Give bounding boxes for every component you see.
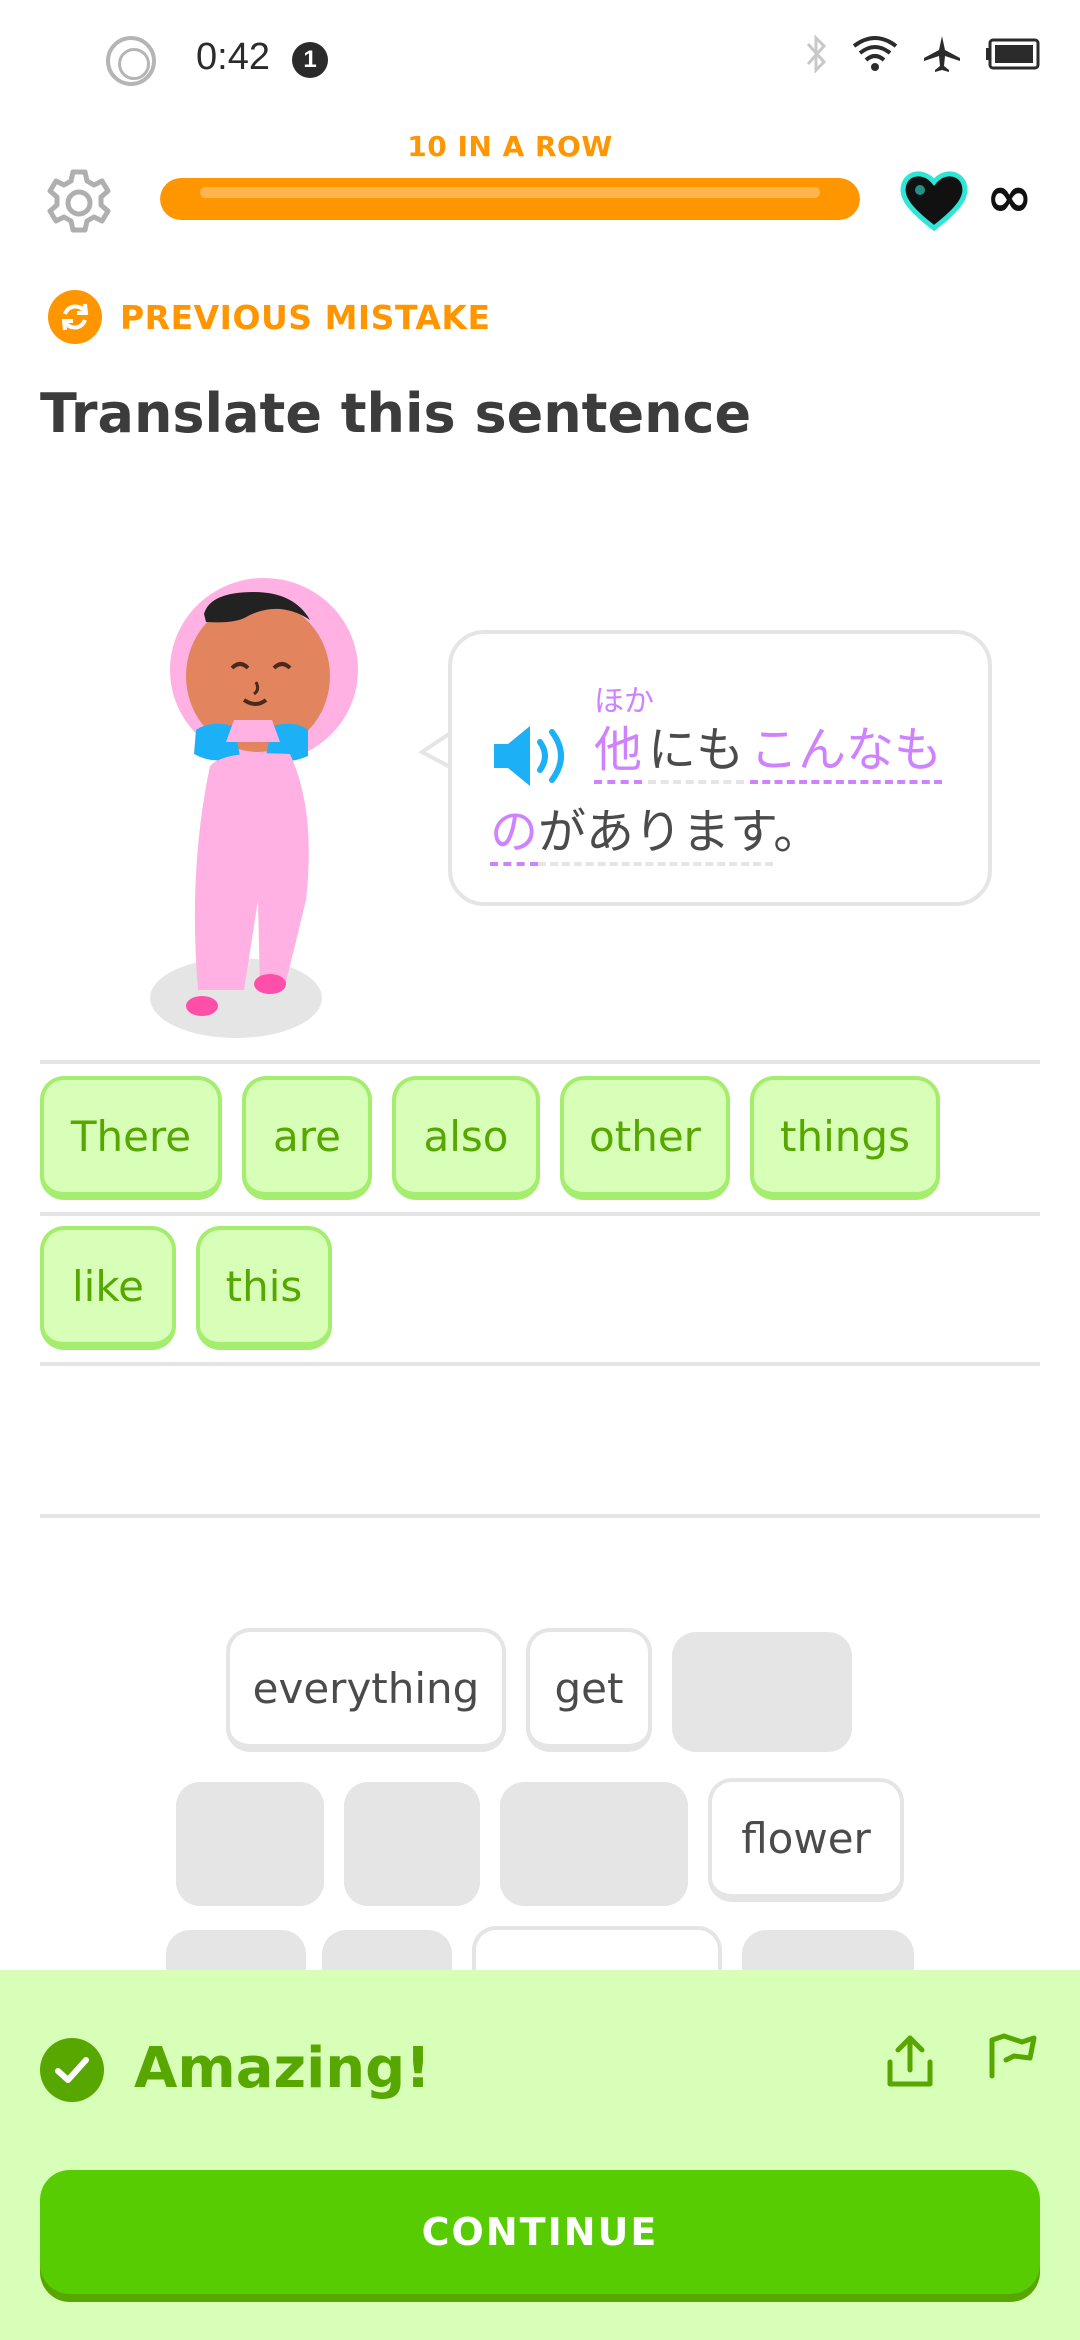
character-illustration — [150, 578, 358, 1038]
lesson-progress-fill — [160, 178, 860, 220]
settings-gear-icon[interactable] — [42, 166, 116, 240]
word-token[interactable]: があります — [538, 804, 774, 866]
speech-bubble: ほか 他にも こんなも のがあります。 — [448, 630, 992, 906]
lesson-progress-bar — [160, 178, 860, 220]
word-bank-empty-slot — [672, 1632, 852, 1752]
word-token[interactable]: にも — [648, 722, 745, 784]
exercise-title: Translate this sentence — [40, 382, 752, 445]
wifi-icon — [852, 36, 898, 71]
word-token[interactable]: 他 — [594, 722, 643, 784]
share-icon[interactable] — [882, 2032, 938, 2092]
sentence-line-1: 他にも こんなも — [594, 720, 943, 784]
previous-mistake-label: PREVIOUS MISTAKE — [120, 297, 491, 337]
streak-label: 10 IN A ROW — [407, 130, 613, 163]
answer-chip[interactable]: also — [392, 1076, 540, 1200]
heart-icon[interactable] — [898, 168, 970, 232]
status-time: 0:42 — [196, 36, 270, 78]
status-bar: 0:42 1 — [0, 0, 1080, 120]
answer-chip[interactable]: this — [196, 1226, 332, 1350]
answer-chip[interactable]: are — [242, 1076, 372, 1200]
word-bank-empty-slot — [176, 1782, 324, 1906]
answer-line — [40, 1060, 1040, 1064]
word-bank-chip[interactable]: flower — [708, 1778, 904, 1902]
word-bank-chip[interactable]: get — [526, 1628, 652, 1752]
answer-chip[interactable]: other — [560, 1076, 730, 1200]
status-circle-icon — [106, 36, 156, 86]
answer-chip[interactable]: There — [40, 1076, 222, 1200]
report-flag-icon[interactable] — [984, 2030, 1040, 2090]
answer-line — [40, 1514, 1040, 1518]
answer-chip[interactable]: like — [40, 1226, 176, 1350]
word-bank-empty-slot — [344, 1782, 480, 1906]
answer-line — [40, 1362, 1040, 1366]
battery-icon — [986, 38, 1040, 70]
furigana-reading: ほか — [594, 684, 654, 719]
word-bank-chip[interactable]: everything — [226, 1628, 506, 1752]
refresh-icon — [48, 290, 102, 344]
punctuation: 。 — [773, 804, 822, 860]
answer-chip[interactable]: things — [750, 1076, 940, 1200]
notification-badge: 1 — [292, 42, 328, 78]
status-icons — [804, 34, 1040, 74]
word-bank-empty-slot — [500, 1782, 688, 1906]
hearts-count: ∞ — [986, 165, 1033, 230]
speaker-icon[interactable] — [490, 720, 570, 792]
continue-button[interactable]: CONTINUE — [40, 2170, 1040, 2294]
airplane-icon — [924, 36, 960, 72]
checkmark-icon — [40, 2038, 104, 2102]
bluetooth-icon — [806, 34, 827, 74]
word-token[interactable]: こんなも — [750, 722, 943, 784]
sentence-line-2: のがあります。 — [490, 802, 822, 866]
feedback-title: Amazing! — [134, 2036, 431, 2101]
answer-line — [40, 1212, 1040, 1216]
previous-mistake-tag: PREVIOUS MISTAKE — [48, 290, 491, 344]
word-token[interactable]: の — [490, 804, 539, 866]
